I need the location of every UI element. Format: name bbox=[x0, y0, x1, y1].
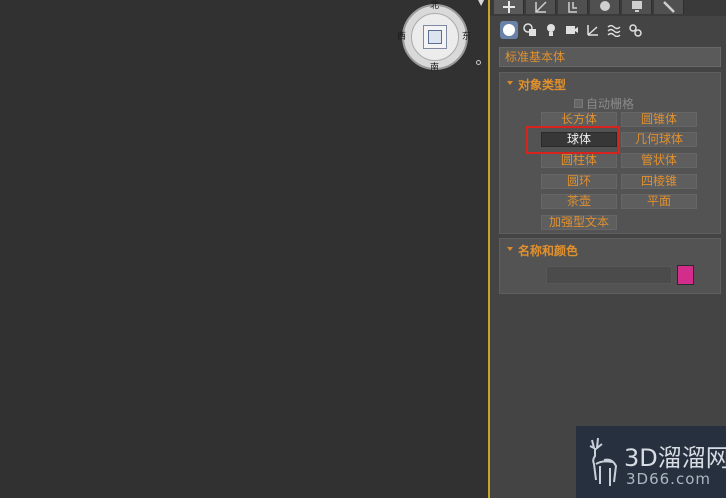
tab-display[interactable] bbox=[622, 0, 652, 14]
teapot-button[interactable]: 茶壶 bbox=[541, 194, 617, 209]
category-lights[interactable] bbox=[542, 21, 560, 39]
helpers-icon bbox=[587, 25, 598, 36]
text-plus-button[interactable]: 加强型文本 bbox=[541, 215, 617, 230]
shapes-icon bbox=[523, 23, 536, 36]
rollout-collapse-arrow-icon[interactable] bbox=[507, 247, 513, 251]
space-warps-icon bbox=[607, 24, 621, 37]
display-icon bbox=[632, 1, 642, 12]
viewcube-home-dot-icon[interactable] bbox=[476, 60, 481, 65]
category-cameras[interactable] bbox=[563, 21, 581, 39]
object-type-title[interactable]: 对象类型 bbox=[518, 76, 566, 93]
cone-button[interactable]: 圆锥体 bbox=[621, 112, 697, 127]
category-geometry[interactable] bbox=[500, 21, 518, 39]
name-and-color-title[interactable]: 名称和颜色 bbox=[518, 242, 578, 259]
deer-logo-icon bbox=[589, 437, 618, 486]
tab-modify[interactable] bbox=[526, 0, 556, 14]
create-plus-icon bbox=[503, 1, 515, 13]
compass-west-label[interactable]: 西 bbox=[397, 32, 406, 42]
lights-icon bbox=[547, 24, 555, 36]
watermark: 3D溜溜网 3D66.com bbox=[576, 426, 726, 498]
compass-south-label[interactable]: 南 bbox=[430, 63, 439, 73]
hierarchy-icon bbox=[568, 2, 577, 13]
object-name-input[interactable] bbox=[546, 266, 672, 284]
compass-east-label[interactable]: 东 bbox=[462, 32, 471, 42]
systems-icon bbox=[629, 24, 642, 37]
app-window: 北 南 西 东 ▼ 标准基本体 对象类型 自动栅格 长方体 圆锥体 球体 几何球… bbox=[0, 0, 726, 498]
command-panel-tabs bbox=[490, 0, 726, 16]
box-button[interactable]: 长方体 bbox=[541, 112, 617, 127]
tab-utilities[interactable] bbox=[654, 0, 684, 14]
category-shapes[interactable] bbox=[521, 21, 539, 39]
geosphere-button[interactable]: 几何球体 bbox=[621, 132, 697, 147]
plane-button[interactable]: 平面 bbox=[621, 194, 697, 209]
tab-hierarchy[interactable] bbox=[558, 0, 588, 14]
tube-button[interactable]: 管状体 bbox=[621, 153, 697, 168]
cameras-icon bbox=[566, 26, 578, 34]
category-systems[interactable] bbox=[626, 21, 644, 39]
category-helpers[interactable] bbox=[584, 21, 602, 39]
motion-icon bbox=[600, 1, 610, 11]
compass-north-label[interactable]: 北 bbox=[430, 1, 439, 11]
modify-icon bbox=[535, 1, 547, 13]
perspective-viewport[interactable] bbox=[0, 0, 488, 498]
torus-button[interactable]: 圆环 bbox=[541, 174, 617, 189]
object-category-dropdown[interactable]: 标准基本体 bbox=[499, 47, 721, 67]
autogrid-label[interactable]: 自动栅格 bbox=[586, 95, 634, 112]
sphere-highlight-annotation bbox=[526, 126, 620, 154]
rollout-collapse-arrow-icon[interactable] bbox=[507, 81, 513, 85]
viewcube-menu-arrow-icon[interactable]: ▼ bbox=[478, 0, 484, 7]
viewcube[interactable]: 北 南 西 东 bbox=[397, 1, 471, 73]
name-and-color-rollout: 名称和颜色 bbox=[499, 238, 721, 294]
viewcube-top-face[interactable] bbox=[428, 30, 442, 44]
watermark-url: 3D66.com bbox=[626, 470, 711, 488]
object-color-swatch[interactable] bbox=[677, 265, 694, 285]
autogrid-checkbox[interactable] bbox=[574, 99, 583, 108]
pyramid-button[interactable]: 四棱锥 bbox=[621, 174, 697, 189]
category-space-warps[interactable] bbox=[605, 21, 623, 39]
cylinder-button[interactable]: 圆柱体 bbox=[541, 153, 617, 168]
create-category-bar bbox=[500, 21, 642, 41]
viewcube-cube[interactable] bbox=[423, 25, 447, 49]
watermark-brand: 3D溜溜网 bbox=[624, 444, 726, 472]
utilities-wrench-icon bbox=[663, 1, 675, 13]
geometry-sphere-icon bbox=[503, 24, 515, 36]
tab-motion[interactable] bbox=[590, 0, 620, 14]
tab-create[interactable] bbox=[494, 0, 524, 14]
